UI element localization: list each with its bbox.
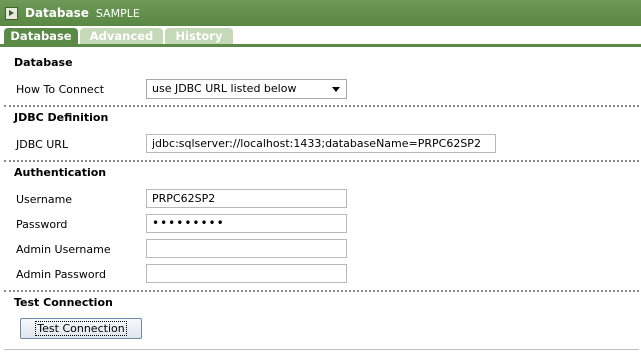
test-connection-button-label: Test Connection [35,321,127,336]
admin-password-input[interactable] [146,264,347,283]
admin-username-label: Admin Username [16,243,111,256]
username-input[interactable]: PRPC62SP2 [146,189,347,208]
test-connection-button[interactable]: Test Connection [20,318,142,339]
window-title: Database [25,6,89,20]
admin-password-label: Admin Password [16,268,106,281]
tab-advanced[interactable]: Advanced [80,28,163,44]
section-heading-jdbc: JDBC Definition [14,111,109,124]
dropdown-arrow-icon [332,87,340,92]
section-heading-authentication: Authentication [14,166,107,179]
tab-database[interactable]: Database [4,28,78,44]
password-input[interactable]: ••••••••• [146,214,347,233]
section-divider [4,105,639,107]
jdbc-url-label: JDBC URL [16,138,69,151]
admin-username-input[interactable] [146,239,347,258]
section-divider [4,290,639,292]
title-bar: Database SAMPLE [0,0,641,26]
tab-strip: Database Advanced History [0,26,641,47]
how-to-connect-select[interactable]: use JDBC URL listed below [146,79,347,99]
expand-arrow-icon[interactable] [5,6,18,20]
how-to-connect-value: use JDBC URL listed below [152,82,297,95]
section-heading-test-connection: Test Connection [14,296,113,309]
jdbc-url-input[interactable]: jdbc:sqlserver://localhost:1433;database… [146,134,496,153]
section-divider [4,160,639,162]
section-heading-database: Database [14,56,73,69]
how-to-connect-label: How To Connect [16,83,105,96]
username-label: Username [16,193,73,206]
bottom-border [4,349,639,350]
window-subtitle: SAMPLE [95,6,140,20]
tab-history[interactable]: History [165,28,233,44]
password-label: Password [16,218,68,231]
